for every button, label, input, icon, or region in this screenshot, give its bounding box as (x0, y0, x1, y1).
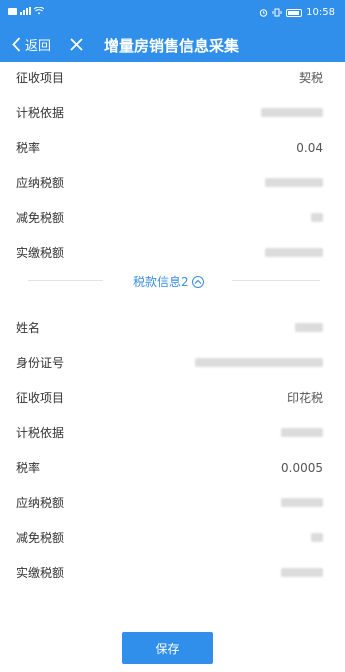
field-label: 计税依据 (16, 106, 65, 120)
close-icon (69, 37, 83, 51)
field-label: 征收项目 (16, 391, 65, 405)
form-row-id-number: 身份证号 (0, 345, 345, 380)
page-title: 增量房销售信息采集 (104, 37, 240, 55)
field-label: 减免税额 (16, 531, 65, 545)
chevron-up-circle-icon (191, 275, 204, 288)
close-button[interactable] (65, 32, 87, 56)
redacted-value (295, 323, 323, 332)
form-row-tax-basis-2: 计税依据 (0, 415, 345, 450)
field-label: 姓名 (16, 321, 41, 335)
form-row-tax-relief: 减免税额 (0, 200, 345, 235)
field-label: 身份证号 (16, 356, 65, 370)
redacted-value (265, 248, 323, 257)
signal-icon (20, 7, 31, 15)
field-value: 契税 (298, 71, 323, 85)
form-row-levy-item: 征收项目 契税 (0, 60, 345, 95)
section-toggle[interactable]: 税款信息2 (133, 273, 204, 290)
battery-icon (286, 8, 303, 17)
field-value: 0.0005 (281, 460, 323, 475)
field-label: 应纳税额 (16, 496, 65, 510)
redacted-value (281, 428, 323, 437)
status-left (8, 7, 44, 15)
form-row-tax-relief-2: 减免税额 (0, 520, 345, 555)
status-bar: 10:58 (0, 0, 345, 26)
back-label: 返回 (25, 38, 52, 54)
field-value: 印花税 (286, 391, 323, 405)
vibrate-icon (272, 8, 282, 17)
form-row-tax-rate: 税率 0.04 (0, 130, 345, 165)
field-label: 减免税额 (16, 211, 65, 225)
back-chevron-icon (12, 36, 21, 52)
redacted-value (265, 178, 323, 187)
field-label: 实缴税额 (16, 566, 65, 580)
redacted-value (311, 533, 323, 542)
wifi-icon (34, 7, 44, 15)
field-label: 实缴税额 (16, 246, 65, 260)
save-button[interactable]: 保存 (122, 632, 213, 664)
form-row-name: 姓名 (0, 310, 345, 345)
redacted-value (281, 568, 323, 577)
redacted-value (261, 108, 323, 117)
section-title: 税款信息2 (133, 275, 189, 289)
form-row-tax-basis: 计税依据 (0, 95, 345, 130)
field-label: 计税依据 (16, 426, 65, 440)
redacted-value (195, 358, 323, 367)
field-label: 征收项目 (16, 71, 65, 85)
form-row-tax-paid-2: 实缴税额 (0, 555, 345, 590)
alarm-icon (259, 9, 268, 17)
field-label: 应纳税额 (16, 176, 65, 190)
field-value: 0.04 (296, 140, 323, 155)
form-row-tax-payable: 应纳税额 (0, 165, 345, 200)
back-button[interactable]: 返回 (12, 32, 51, 56)
divider-line (232, 280, 320, 281)
divider-line (28, 280, 103, 281)
nav-bar: 返回 增量房销售信息采集 (0, 26, 345, 62)
notification-icon (8, 7, 17, 15)
status-right: 10:58 (259, 7, 335, 18)
section-divider: 税款信息2 (0, 266, 345, 296)
redacted-value (311, 213, 323, 222)
form-row-tax-payable-2: 应纳税额 (0, 485, 345, 520)
form-row-tax-paid: 实缴税额 (0, 235, 345, 270)
form-row-tax-rate-2: 税率 0.0005 (0, 450, 345, 485)
redacted-value (281, 498, 323, 507)
field-label: 税率 (16, 141, 41, 155)
status-time: 10:58 (306, 7, 335, 18)
form-row-levy-item-2: 征收项目 印花税 (0, 380, 345, 415)
field-label: 税率 (16, 461, 41, 475)
